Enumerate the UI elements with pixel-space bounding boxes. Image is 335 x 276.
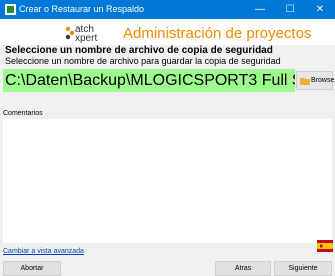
advanced-view-link[interactable]: Cambiar a vista avanzada	[3, 248, 84, 255]
backup-file-heading: Seleccione un nombre de archivo de copia…	[5, 45, 273, 56]
browse-button[interactable]: Browse	[296, 71, 335, 90]
browse-label: Browse	[311, 77, 335, 84]
maximize-button[interactable]: ☐	[275, 0, 305, 19]
app-icon	[5, 4, 16, 15]
back-button[interactable]: Atras	[215, 261, 271, 276]
spain-flag-icon[interactable]	[317, 240, 333, 252]
backup-path-input[interactable]	[3, 69, 295, 92]
minimize-button[interactable]: —	[245, 0, 275, 19]
backup-file-subheading: Seleccione un nombre de archivo para gua…	[5, 56, 281, 66]
window-title: Crear o Restaurar un Respaldo	[19, 4, 145, 14]
comments-label: Comentarios	[3, 110, 43, 117]
close-button[interactable]: ✕	[305, 0, 335, 19]
next-button[interactable]: Siguiente	[274, 261, 332, 276]
comments-textarea[interactable]	[3, 119, 332, 243]
title-bar: Crear o Restaurar un Respaldo — ☐ ✕	[0, 0, 335, 19]
backup-path-field[interactable]	[3, 69, 295, 92]
abort-button[interactable]: Abortar	[3, 261, 61, 276]
svg-text:xpert: xpert	[75, 33, 97, 43]
page-title: Administración de proyectos	[123, 25, 312, 42]
batch-expert-logo: atch xpert	[65, 24, 97, 43]
folder-icon	[300, 78, 310, 85]
